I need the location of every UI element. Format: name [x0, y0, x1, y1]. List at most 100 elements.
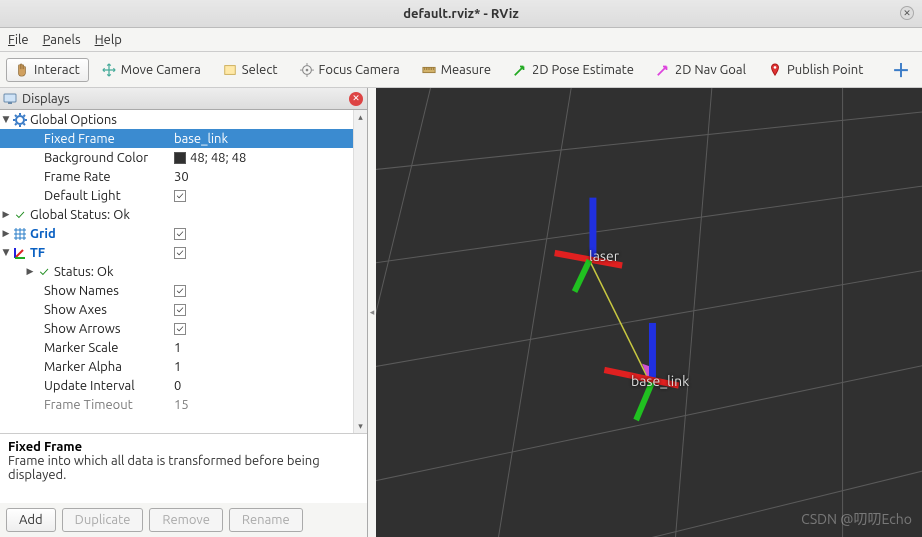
tool-move-camera[interactable]: Move Camera	[93, 58, 210, 82]
3d-view[interactable]: laser base_link CSDN @叨叨Echo	[376, 88, 922, 537]
splitter-handle[interactable]: ◂	[368, 88, 376, 537]
marker-alpha-value[interactable]: 1	[174, 360, 181, 374]
caret-right-icon[interactable]: ▶	[0, 209, 12, 220]
tree-fixed-frame[interactable]: Fixed Frame base_link	[0, 129, 367, 148]
show-axes-checkbox[interactable]: ✓	[174, 304, 186, 316]
help-description: Frame into which all data is transformed…	[8, 454, 359, 482]
tree-background-color[interactable]: Background Color 48; 48; 48	[0, 148, 367, 167]
left-panel: Displays ✕ ▼ Global Options Fixed Frame …	[0, 88, 368, 537]
crosshair-icon	[300, 63, 314, 77]
global-options-label: Global Options	[28, 113, 117, 127]
tree-default-light[interactable]: Default Light ✓	[0, 186, 367, 205]
displays-panel-header[interactable]: Displays ✕	[0, 88, 367, 110]
show-names-checkbox[interactable]: ✓	[174, 285, 186, 297]
rename-button[interactable]: Rename	[229, 508, 303, 532]
toolbar: Interact Move Camera Select Focus Camera…	[0, 52, 922, 88]
menu-panels[interactable]: Panels	[43, 33, 81, 47]
displays-icon	[2, 91, 18, 107]
tool-measure-label: Measure	[441, 63, 491, 77]
tool-interact[interactable]: Interact	[6, 58, 89, 82]
watermark: CSDN @叨叨Echo	[801, 509, 912, 529]
help-panel: Fixed Frame Frame into which all data is…	[0, 433, 367, 503]
remove-button[interactable]: Remove	[149, 508, 223, 532]
scroll-down-icon[interactable]: ▾	[354, 419, 367, 433]
arrow-green-icon	[513, 63, 527, 77]
move-arrows-icon	[102, 63, 116, 77]
panel-button-bar: Add Duplicate Remove Rename	[0, 503, 367, 537]
toolbar-add-button[interactable]: ＋	[886, 57, 916, 83]
background-color-value[interactable]: 48; 48; 48	[190, 151, 246, 165]
tool-select[interactable]: Select	[214, 58, 287, 82]
window-close-button[interactable]: ✕	[900, 6, 914, 20]
grid-overlay	[376, 88, 922, 537]
marker-scale-label: Marker Scale	[42, 341, 118, 355]
tool-select-label: Select	[242, 63, 278, 77]
default-light-label: Default Light	[42, 189, 121, 203]
marker-scale-value[interactable]: 1	[174, 341, 181, 355]
tf-checkbox[interactable]: ✓	[174, 247, 186, 259]
scroll-up-icon[interactable]: ▴	[354, 110, 367, 124]
tree-show-arrows[interactable]: Show Arrows ✓	[0, 319, 367, 338]
tool-focus-camera-label: Focus Camera	[319, 63, 400, 77]
tree-tf-status[interactable]: ▶ ✓ Status: Ok	[0, 262, 367, 281]
tree-frame-timeout[interactable]: Frame Timeout 15	[0, 395, 367, 414]
hand-cursor-icon	[15, 63, 29, 77]
tree-frame-rate[interactable]: Frame Rate 30	[0, 167, 367, 186]
check-ok-icon: ✓	[36, 265, 52, 279]
tf-status-label: Status: Ok	[52, 265, 114, 279]
frame-label-laser: laser	[589, 248, 619, 264]
fixed-frame-label: Fixed Frame	[42, 132, 115, 146]
caret-down-icon[interactable]: ▼	[0, 247, 12, 258]
grid-checkbox[interactable]: ✓	[174, 228, 186, 240]
frame-rate-value[interactable]: 30	[174, 170, 189, 184]
menu-file[interactable]: File	[8, 33, 29, 47]
default-light-checkbox[interactable]: ✓	[174, 190, 186, 202]
menu-help[interactable]: Help	[95, 33, 122, 47]
grid-label: Grid	[28, 227, 56, 241]
caret-right-icon[interactable]: ▶	[0, 228, 12, 239]
axes-icon	[12, 245, 28, 261]
main-area: Displays ✕ ▼ Global Options Fixed Frame …	[0, 88, 922, 537]
background-color-label: Background Color	[42, 151, 148, 165]
tool-focus-camera[interactable]: Focus Camera	[291, 58, 409, 82]
frame-label-base-link: base_link	[631, 373, 689, 389]
duplicate-button[interactable]: Duplicate	[62, 508, 144, 532]
global-status-label: Global Status: Ok	[28, 208, 130, 222]
tree-scrollbar[interactable]: ▴ ▾	[353, 110, 367, 433]
update-interval-label: Update Interval	[42, 379, 135, 393]
tree-update-interval[interactable]: Update Interval 0	[0, 376, 367, 395]
tree-marker-alpha[interactable]: Marker Alpha 1	[0, 357, 367, 376]
tree-marker-scale[interactable]: Marker Scale 1	[0, 338, 367, 357]
tool-publish-point[interactable]: Publish Point	[759, 58, 872, 82]
tool-2d-pose-label: 2D Pose Estimate	[532, 63, 634, 77]
displays-tree[interactable]: ▼ Global Options Fixed Frame base_link B…	[0, 110, 367, 433]
tree-show-axes[interactable]: Show Axes ✓	[0, 300, 367, 319]
pin-icon	[768, 63, 782, 77]
frame-timeout-label: Frame Timeout	[42, 398, 133, 412]
displays-panel-title: Displays	[22, 92, 349, 106]
panel-close-button[interactable]: ✕	[349, 92, 363, 106]
tool-measure[interactable]: Measure	[413, 58, 500, 82]
window-title: default.rviz* - RViz	[403, 7, 519, 21]
show-arrows-checkbox[interactable]: ✓	[174, 323, 186, 335]
add-button[interactable]: Add	[6, 508, 56, 532]
tree-global-status[interactable]: ▶ ✓ Global Status: Ok	[0, 205, 367, 224]
fixed-frame-value[interactable]: base_link	[174, 132, 228, 146]
tool-interact-label: Interact	[34, 63, 80, 77]
tool-2d-nav-goal[interactable]: 2D Nav Goal	[647, 58, 755, 82]
tree-grid[interactable]: ▶ Grid ✓	[0, 224, 367, 243]
tree-global-options[interactable]: ▼ Global Options	[0, 110, 367, 129]
frame-timeout-value[interactable]: 15	[174, 398, 189, 412]
tf-label: TF	[28, 246, 45, 260]
menubar: File Panels Help	[0, 28, 922, 52]
caret-right-icon[interactable]: ▶	[24, 266, 36, 277]
tree-tf[interactable]: ▼ TF ✓	[0, 243, 367, 262]
show-arrows-label: Show Arrows	[42, 322, 121, 336]
tree-show-names[interactable]: Show Names ✓	[0, 281, 367, 300]
frame-rate-label: Frame Rate	[42, 170, 111, 184]
update-interval-value[interactable]: 0	[174, 379, 181, 393]
tool-2d-nav-goal-label: 2D Nav Goal	[675, 63, 746, 77]
tool-2d-pose-estimate[interactable]: 2D Pose Estimate	[504, 58, 643, 82]
color-swatch[interactable]	[174, 152, 186, 164]
caret-down-icon[interactable]: ▼	[0, 114, 12, 125]
